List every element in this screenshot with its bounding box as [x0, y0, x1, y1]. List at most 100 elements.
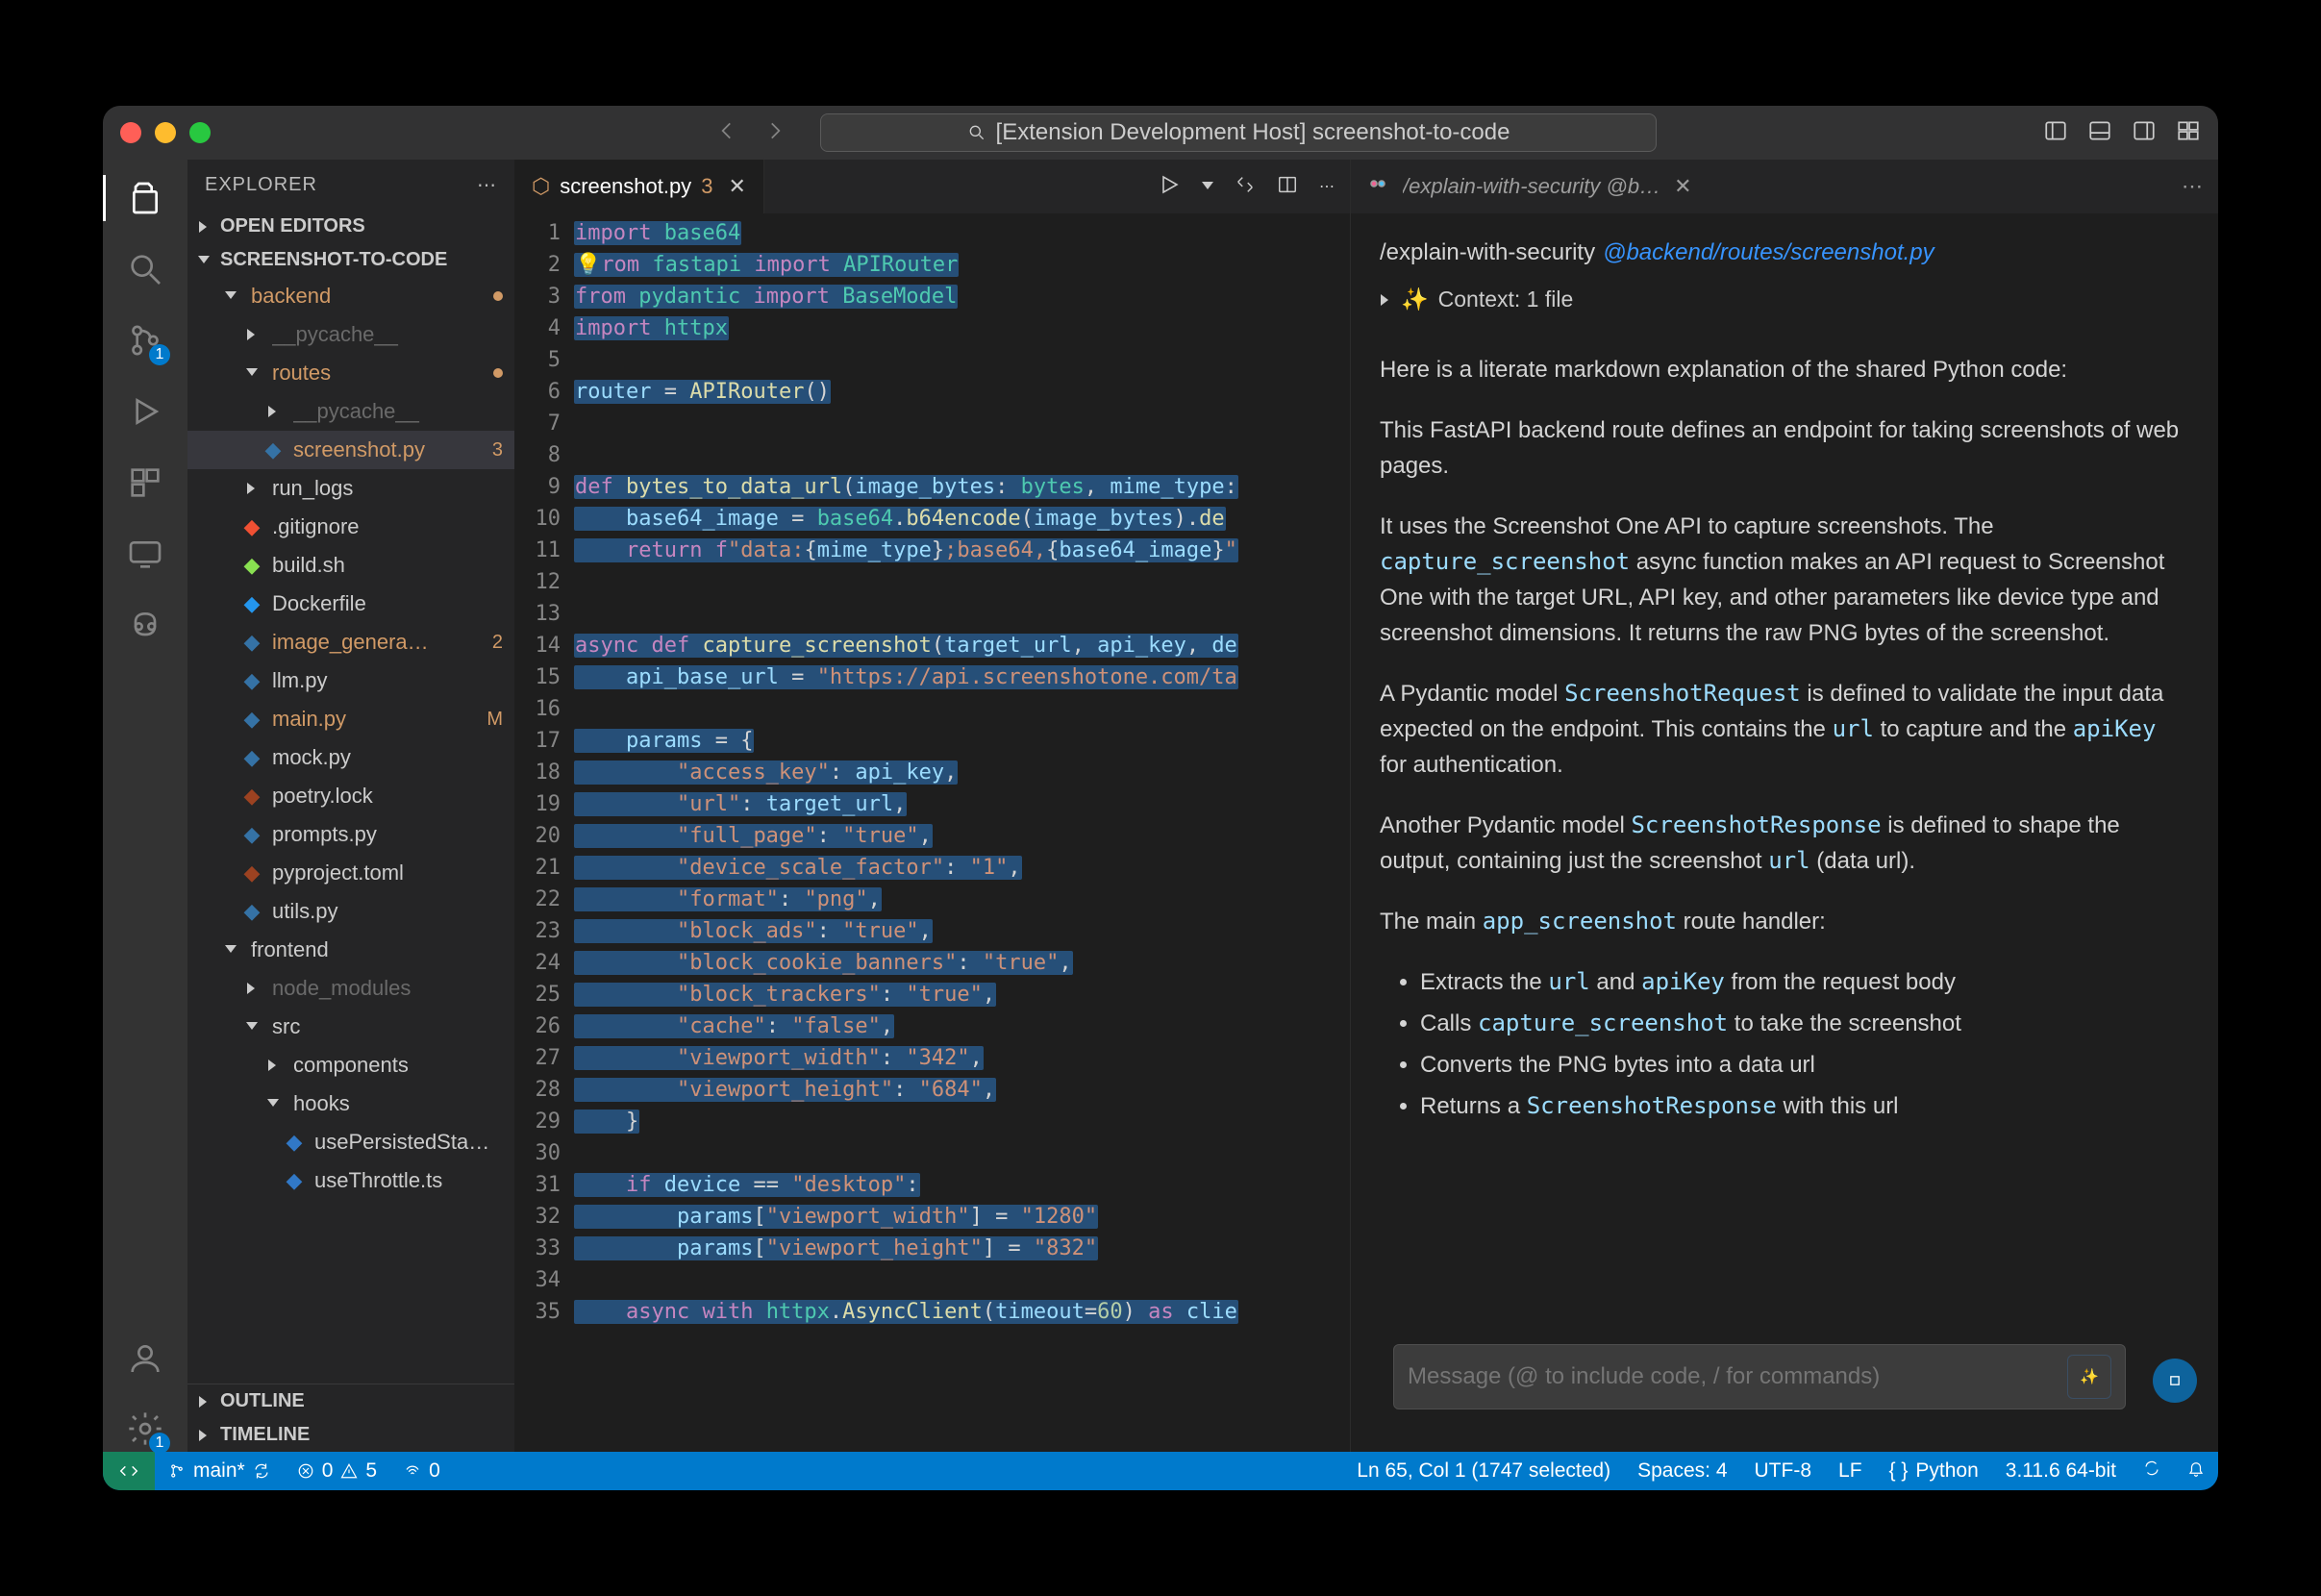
run-icon[interactable]	[1158, 173, 1181, 201]
layout-primary-icon[interactable]	[2043, 118, 2068, 148]
code-line[interactable]	[574, 566, 1350, 598]
activity-extensions[interactable]	[122, 460, 168, 506]
tree-folder[interactable]: backend	[187, 277, 514, 315]
command-center[interactable]: [Extension Development Host] screenshot-…	[820, 113, 1657, 152]
sidebar-more-icon[interactable]: ⋯	[477, 173, 497, 197]
close-window-button[interactable]	[120, 122, 141, 143]
code-line[interactable]: "full_page": "true",	[574, 820, 1350, 852]
code-line[interactable]: "cache": "false",	[574, 1010, 1350, 1042]
tab-screenshot-py[interactable]: ⬡ screenshot.py 3 ✕	[514, 160, 764, 213]
copilot-more-icon[interactable]: ⋯	[2182, 174, 2203, 199]
tree-file[interactable]: ◆usePersistedSta…	[187, 1123, 514, 1161]
code-line[interactable]: "block_ads": "true",	[574, 915, 1350, 947]
tree-folder[interactable]: frontend	[187, 931, 514, 969]
tree-file[interactable]: ◆useThrottle.ts	[187, 1161, 514, 1200]
tree-file[interactable]: ◆prompts.py	[187, 815, 514, 854]
tree-file[interactable]: ◆image_genera…2	[187, 623, 514, 661]
activity-copilot[interactable]	[122, 602, 168, 648]
code-line[interactable]: base64_image = base64.b64encode(image_by…	[574, 503, 1350, 535]
code-line[interactable]: "device_scale_factor": "1",	[574, 852, 1350, 884]
tree-file[interactable]: ◆mock.py	[187, 738, 514, 777]
tree-file[interactable]: ◆llm.py	[187, 661, 514, 700]
status-language[interactable]: { }Python	[1876, 1459, 1992, 1483]
tree-folder[interactable]: __pycache__	[187, 392, 514, 431]
code-line[interactable]: async with httpx.AsyncClient(timeout=60)…	[574, 1296, 1350, 1328]
status-eol[interactable]: LF	[1825, 1459, 1876, 1483]
code-line[interactable]: "url": target_url,	[574, 788, 1350, 820]
code-line[interactable]: def bytes_to_data_url(image_bytes: bytes…	[574, 471, 1350, 503]
section-open-editors[interactable]: OPEN EDITORS	[187, 210, 514, 243]
code-line[interactable]	[574, 598, 1350, 630]
tree-folder[interactable]: __pycache__	[187, 315, 514, 354]
compare-icon[interactable]	[1235, 174, 1256, 200]
activity-search[interactable]	[122, 246, 168, 292]
code-line[interactable]: return f"data:{mime_type};base64,{base64…	[574, 535, 1350, 566]
code-line[interactable]: from pydantic import BaseModel	[574, 281, 1350, 312]
status-cursor[interactable]: Ln 65, Col 1 (1747 selected)	[1343, 1459, 1624, 1483]
code-line[interactable]: params["viewport_width"] = "1280"	[574, 1201, 1350, 1233]
tree-folder[interactable]: components	[187, 1046, 514, 1085]
code-line[interactable]: params = {	[574, 725, 1350, 757]
code-line[interactable]: "access_key": api_key,	[574, 757, 1350, 788]
tree-file[interactable]: ◆main.pyM	[187, 700, 514, 738]
source-text[interactable]: import base64💡rom fastapi import APIRout…	[574, 213, 1350, 1452]
run-dropdown-icon[interactable]	[1202, 178, 1213, 195]
status-branch[interactable]: main*	[155, 1452, 284, 1490]
copilot-tab-close-icon[interactable]: ✕	[1674, 174, 1691, 199]
code-line[interactable]: "block_cookie_banners": "true",	[574, 947, 1350, 979]
status-feedback-icon[interactable]	[2130, 1459, 2174, 1477]
tree-file[interactable]: ◆poetry.lock	[187, 777, 514, 815]
tree-file[interactable]: ◆build.sh	[187, 546, 514, 585]
section-project[interactable]: SCREENSHOT-TO-CODE	[187, 243, 514, 277]
code-line[interactable]: router = APIRouter()	[574, 376, 1350, 408]
editor-more-icon[interactable]: ⋯	[1319, 177, 1335, 196]
code-line[interactable]	[574, 408, 1350, 439]
code-line[interactable]: "block_trackers": "true",	[574, 979, 1350, 1010]
remote-indicator[interactable]	[103, 1452, 155, 1490]
activity-scm[interactable]: 1	[122, 317, 168, 363]
tree-file[interactable]: ◆Dockerfile	[187, 585, 514, 623]
layout-customize-icon[interactable]	[2176, 118, 2201, 148]
tree-file[interactable]: ◆utils.py	[187, 892, 514, 931]
code-line[interactable]: 💡rom fastapi import APIRouter	[574, 249, 1350, 281]
code-line[interactable]: params["viewport_height"] = "832"	[574, 1233, 1350, 1264]
tab-close-icon[interactable]: ✕	[728, 174, 745, 199]
tree-file[interactable]: ◆pyproject.toml	[187, 854, 514, 892]
layout-panel-icon[interactable]	[2087, 118, 2112, 148]
status-indent[interactable]: Spaces: 4	[1624, 1459, 1740, 1483]
code-line[interactable]: import base64	[574, 217, 1350, 249]
activity-explorer[interactable]	[122, 175, 168, 221]
minimize-window-button[interactable]	[155, 122, 176, 143]
copilot-context[interactable]: ✨ Context: 1 file	[1380, 282, 2189, 317]
status-ports[interactable]: 0	[390, 1452, 454, 1490]
activity-remote[interactable]	[122, 531, 168, 577]
code-line[interactable]	[574, 439, 1350, 471]
tree-folder[interactable]: node_modules	[187, 969, 514, 1008]
tree-folder[interactable]: run_logs	[187, 469, 514, 508]
tree-file[interactable]: ◆.gitignore	[187, 508, 514, 546]
maximize-window-button[interactable]	[189, 122, 211, 143]
nav-back-button[interactable]	[714, 118, 739, 148]
code-line[interactable]: "viewport_height": "684",	[574, 1074, 1350, 1106]
section-timeline[interactable]: TIMELINE	[187, 1418, 514, 1452]
tree-folder[interactable]: src	[187, 1008, 514, 1046]
status-bell-icon[interactable]	[2174, 1459, 2218, 1477]
status-runtime[interactable]: 3.11.6 64-bit	[1992, 1459, 2130, 1483]
layout-secondary-icon[interactable]	[2132, 118, 2157, 148]
code-line[interactable]: api_base_url = "https://api.screenshoton…	[574, 661, 1350, 693]
chat-stop-button[interactable]	[2153, 1359, 2197, 1403]
code-line[interactable]: import httpx	[574, 312, 1350, 344]
status-problems[interactable]: 05	[284, 1452, 390, 1490]
split-editor-icon[interactable]	[1277, 174, 1298, 200]
activity-account[interactable]	[122, 1334, 168, 1381]
code-line[interactable]: if device == "desktop":	[574, 1169, 1350, 1201]
chat-input[interactable]	[1408, 1363, 2054, 1390]
code-line[interactable]	[574, 344, 1350, 376]
nav-forward-button[interactable]	[762, 118, 787, 148]
chat-sparkle-button[interactable]: ✨	[2067, 1355, 2111, 1399]
activity-run-debug[interactable]	[122, 388, 168, 435]
activity-settings[interactable]: 1	[122, 1406, 168, 1452]
copilot-path[interactable]: @backend/routes/screenshot.py	[1603, 235, 1934, 270]
lightbulb-icon[interactable]: 💡	[575, 253, 601, 277]
code-line[interactable]: "viewport_width": "342",	[574, 1042, 1350, 1074]
